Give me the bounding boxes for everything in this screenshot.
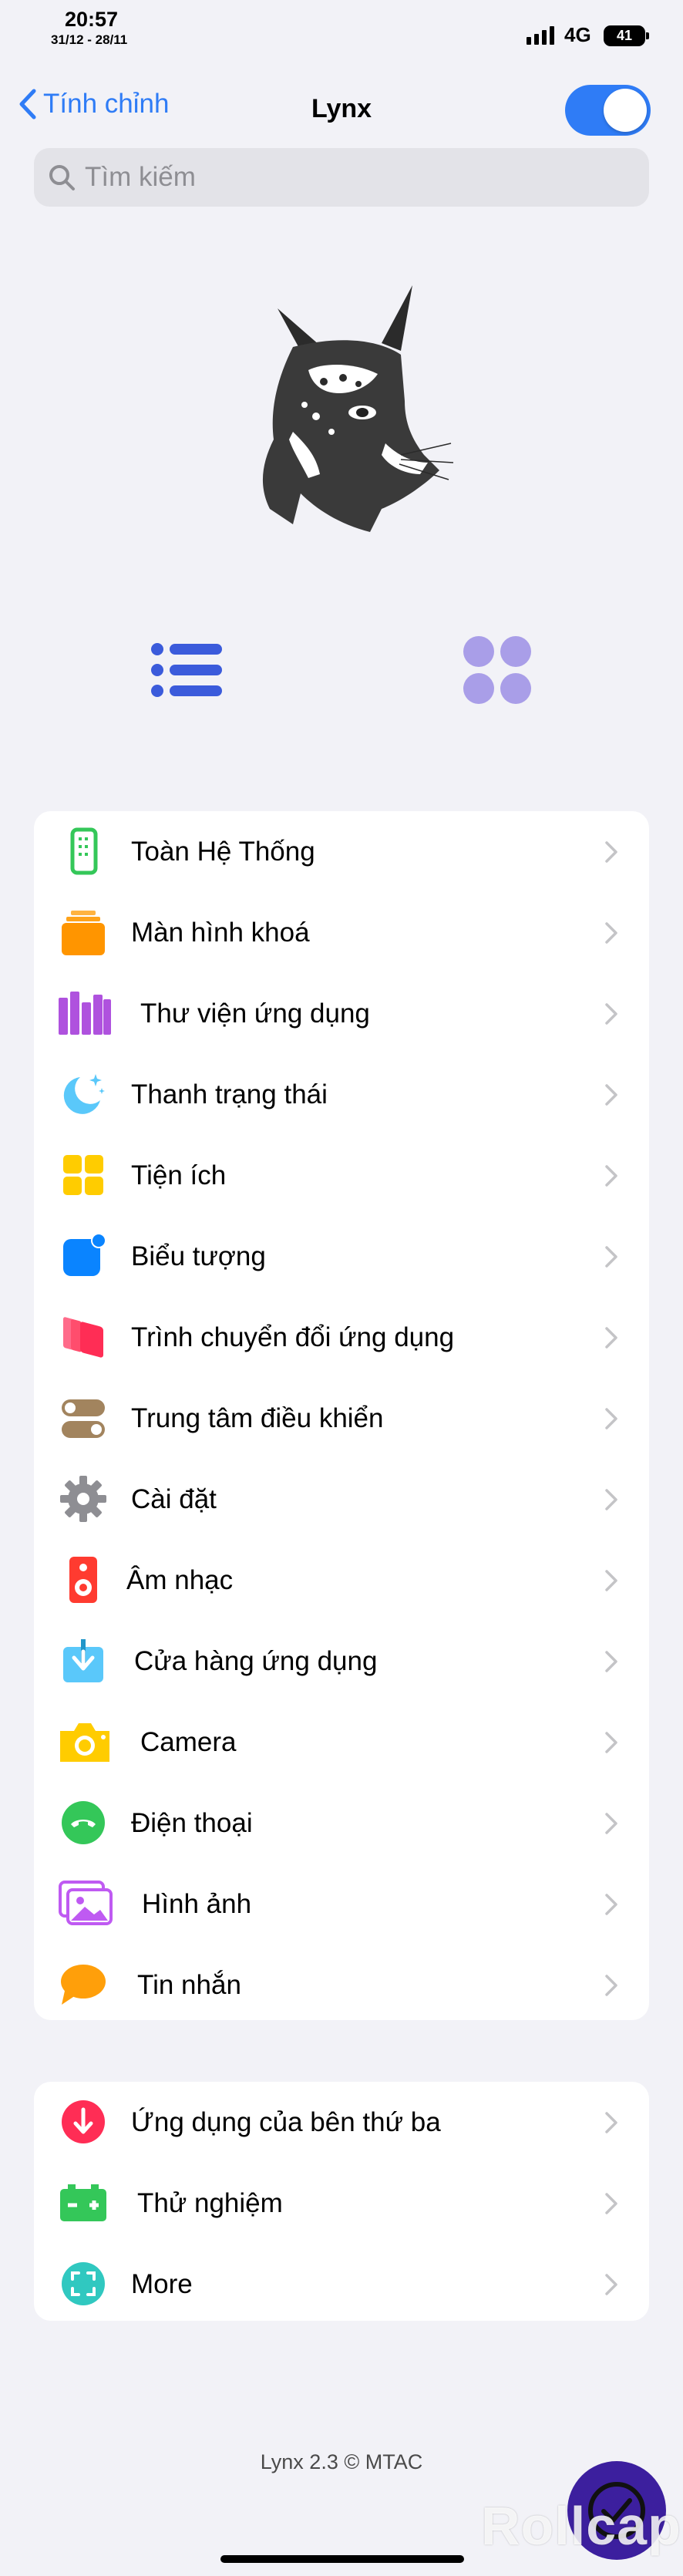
menu-item-toan-he-thong[interactable]: Toàn Hệ Thống [34, 811, 649, 892]
menu-item-thanh-trang-thai[interactable]: Thanh trạng thái [34, 1054, 649, 1135]
chevron-right-icon [605, 1570, 617, 1591]
home-indicator[interactable] [220, 2555, 464, 2563]
widgets-icon [59, 1150, 108, 1200]
badge-icon [59, 1231, 108, 1281]
menu-item-label: Biểu tượng [131, 1241, 266, 1271]
list-view-icon[interactable] [150, 641, 224, 699]
chevron-right-icon [605, 1327, 617, 1349]
menu-item-cai-dat[interactable]: Cài đặt [34, 1459, 649, 1540]
menu-item-label: More [131, 2268, 193, 2299]
chevron-right-icon [605, 1084, 617, 1106]
menu-item-label: Trung tâm điều khiển [131, 1402, 384, 1433]
books-icon [57, 988, 113, 1038]
search-input[interactable] [85, 162, 624, 193]
chevron-right-icon [605, 1165, 617, 1187]
menu-item-am-nhac[interactable]: Âm nhạc [34, 1540, 649, 1621]
menu-item-label: Điện thoại [131, 1807, 253, 1838]
chevron-right-icon [605, 1975, 617, 1996]
menu-item-thu-nghiem[interactable]: Thử nghiệm [34, 2163, 649, 2244]
menu-item-trung-tam-dieu-khien[interactable]: Trung tâm điều khiển [34, 1378, 649, 1459]
menu-item-label: Toàn Hệ Thống [131, 836, 315, 867]
lynx-logo [262, 285, 454, 532]
app-switcher-icon [59, 1312, 108, 1362]
menu-item-cua-hang-ung-dung[interactable]: Cửa hàng ứng dụng [34, 1621, 649, 1702]
menu-item-dien-thoai[interactable]: Điện thoại [34, 1783, 649, 1864]
download-icon [59, 1636, 108, 1685]
chevron-right-icon [605, 922, 617, 944]
phone-call-icon [59, 1798, 108, 1847]
menu-item-man-hinh-khoa[interactable]: Màn hình khoá [34, 892, 649, 973]
chevron-right-icon [605, 841, 617, 863]
chevron-right-icon [605, 1003, 617, 1025]
menu-item-label: Hình ảnh [142, 1888, 252, 1919]
menu-item-label: Âm nhạc [126, 1564, 234, 1595]
enable-toggle[interactable] [565, 85, 651, 136]
menu-item-label: Cài đặt [131, 1483, 217, 1514]
chevron-right-icon [605, 1246, 617, 1268]
search-icon [49, 165, 75, 190]
message-icon [59, 1960, 108, 2009]
chevron-right-icon [605, 1732, 617, 1753]
menu-item-label: Thử nghiệm [137, 2187, 283, 2218]
chevron-right-icon [605, 2193, 617, 2214]
arrow-down-circle-icon [59, 2097, 108, 2147]
battery-test-icon [59, 2178, 108, 2227]
chevron-right-icon [605, 1813, 617, 1834]
menu-item-label: Thanh trạng thái [131, 1079, 328, 1110]
menu-item-camera[interactable]: Camera [34, 1702, 649, 1783]
menu-item-trinh-chuyen-doi[interactable]: Trình chuyển đổi ứng dụng [34, 1297, 649, 1378]
watermark-text: Rollcap [481, 2496, 681, 2556]
grid-view-icon[interactable] [461, 634, 533, 706]
menu-item-tin-nhan[interactable]: Tin nhắn [34, 1945, 649, 2020]
menu-item-ung-dung-ben-thu-ba[interactable]: Ứng dụng của bên thứ ba [34, 2082, 649, 2163]
menu-item-label: Ứng dụng của bên thứ ba [131, 2106, 441, 2137]
photos-icon [57, 1879, 114, 1928]
extra-settings-card: Ứng dụng của bên thứ ba Thử nghiệm More [34, 2082, 649, 2321]
speaker-icon [59, 1555, 108, 1605]
viewfinder-icon [59, 2259, 108, 2308]
version-footer: Lynx 2.3 © MTAC [260, 2450, 423, 2473]
menu-item-thu-vien-ung-dung[interactable]: Thư viện ứng dụng [34, 973, 649, 1054]
chevron-right-icon [605, 2112, 617, 2133]
chevron-right-icon [605, 2274, 617, 2295]
menu-item-label: Màn hình khoá [131, 917, 310, 948]
menu-item-more[interactable]: More [34, 2244, 649, 2321]
menu-item-tien-ich[interactable]: Tiện ích [34, 1135, 649, 1216]
menu-item-hinh-anh[interactable]: Hình ảnh [34, 1864, 649, 1945]
network-type: 4G [564, 23, 591, 46]
phone-icon [59, 827, 108, 876]
chevron-right-icon [605, 1651, 617, 1672]
navigation-bar: Tính chỉnh Lynx [0, 83, 683, 136]
status-bar: 20:57 31/12 - 28/11 4G 41 [0, 0, 683, 54]
chevron-right-icon [605, 1408, 617, 1429]
moon-stars-icon [59, 1069, 108, 1119]
menu-item-label: Cửa hàng ứng dụng [134, 1645, 378, 1676]
camera-icon [57, 1717, 113, 1766]
chevron-right-icon [605, 1894, 617, 1915]
lock-screen-icon [59, 907, 108, 957]
gear-icon [59, 1474, 108, 1524]
menu-item-bieu-tuong[interactable]: Biểu tượng [34, 1216, 649, 1297]
menu-item-label: Tiện ích [131, 1160, 227, 1190]
status-time: 20:57 [65, 8, 119, 31]
chevron-right-icon [605, 1489, 617, 1510]
menu-item-label: Trình chuyển đổi ứng dụng [131, 1322, 455, 1352]
battery-level: 41 [616, 28, 633, 43]
menu-item-label: Thư viện ứng dụng [140, 998, 370, 1029]
toggles-icon [59, 1393, 108, 1443]
battery-icon: 41 [604, 25, 649, 46]
main-settings-card: Toàn Hệ Thống Màn hình khoá Thư viện ứng… [34, 811, 649, 2020]
menu-item-label: Camera [140, 1726, 237, 1757]
toggle-knob [604, 89, 647, 132]
menu-item-label: Tin nhắn [137, 1969, 241, 2000]
search-bar[interactable] [34, 148, 649, 207]
status-date: 31/12 - 28/11 [51, 32, 128, 47]
signal-icon [527, 26, 554, 45]
